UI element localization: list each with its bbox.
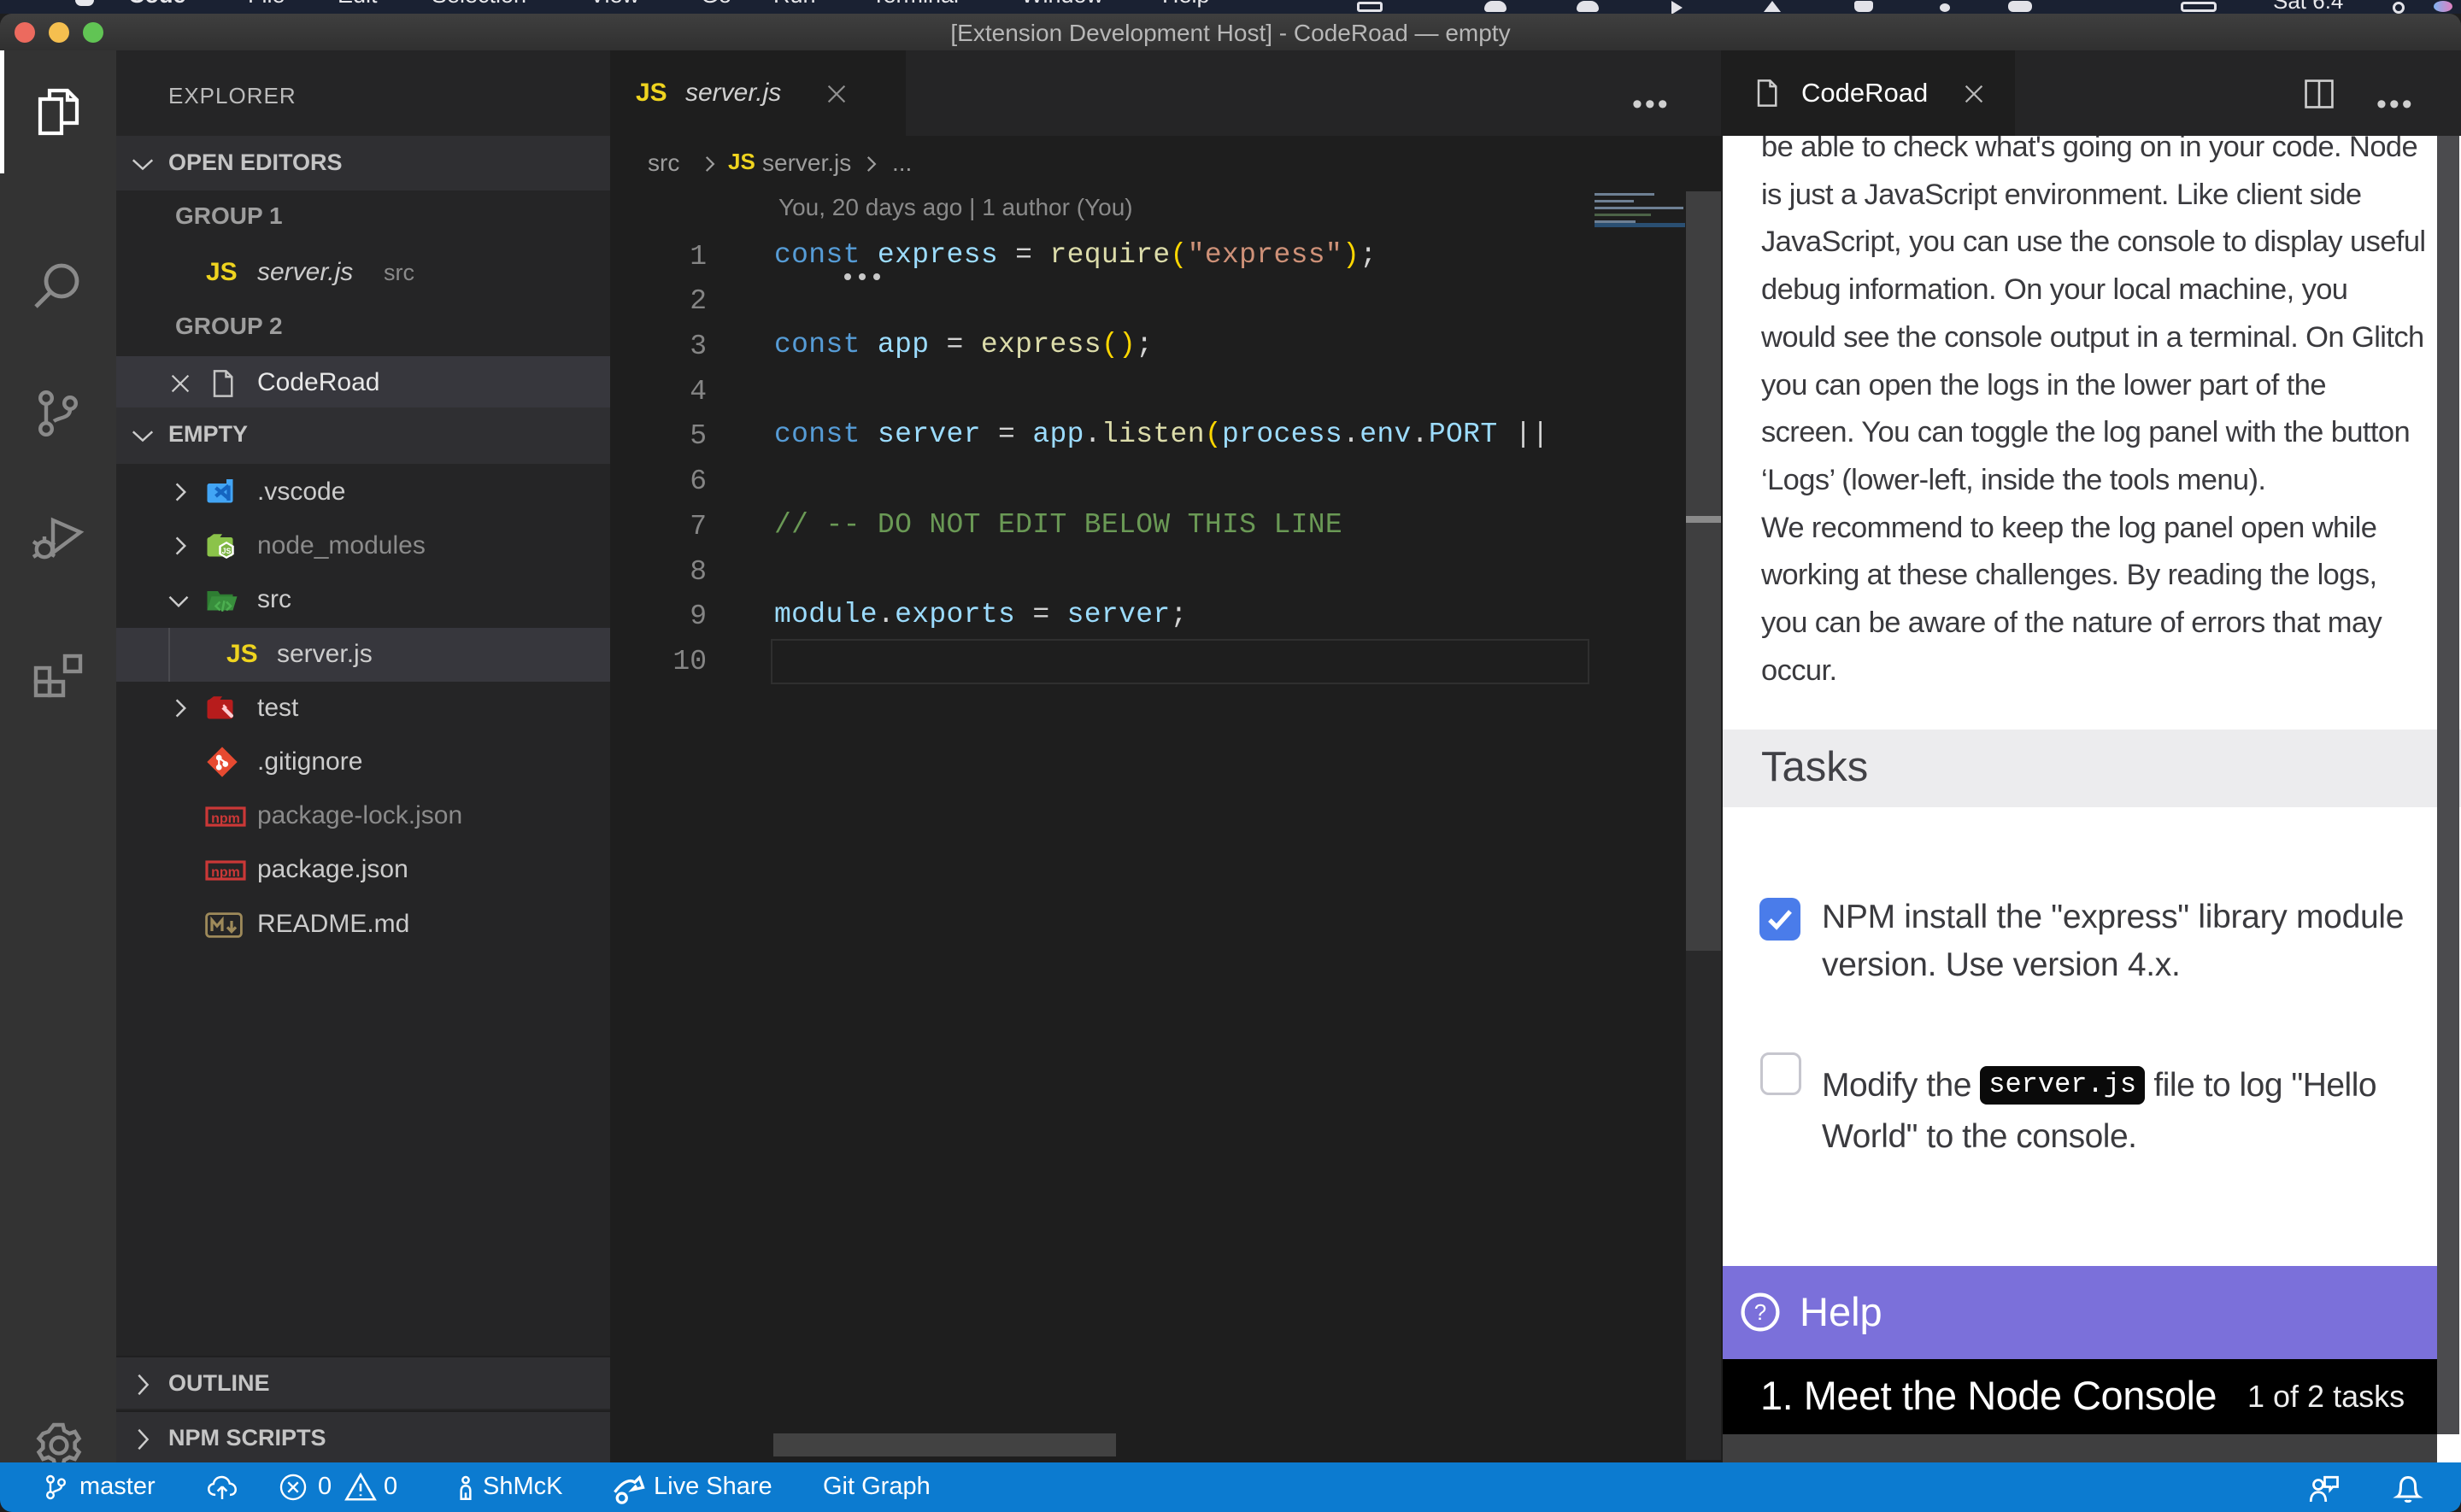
svg-text:npm: npm	[211, 865, 240, 880]
svg-text:?: ?	[1754, 1299, 1766, 1325]
svg-text:JS: JS	[222, 547, 232, 555]
svg-text:npm: npm	[211, 812, 240, 826]
